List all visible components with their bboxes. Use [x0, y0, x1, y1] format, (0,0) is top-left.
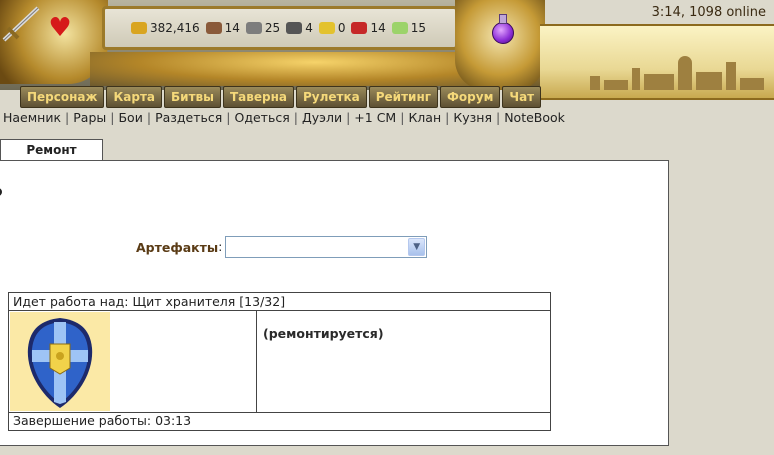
link-forge[interactable]: Кузня: [453, 110, 492, 125]
server-status: 3:14, 1098 online: [651, 5, 766, 20]
ore-icon: [205, 22, 222, 34]
completion-time: 03:13: [155, 413, 192, 428]
nav-tab-rating[interactable]: Рейтинг: [368, 86, 439, 108]
link-mercenary[interactable]: Наемник: [3, 110, 61, 125]
resource-item: 4: [286, 21, 313, 35]
nav-tab-tavern[interactable]: Таверна: [223, 86, 294, 108]
link-fights[interactable]: Бои: [118, 110, 142, 125]
link-clan[interactable]: Клан: [408, 110, 441, 125]
repair-status: (ремонтируется): [263, 326, 384, 341]
resource-value: 15: [410, 21, 427, 35]
skull-icon: [286, 22, 303, 34]
resource-value: 25: [264, 21, 281, 35]
link-dress[interactable]: Одеться: [235, 110, 290, 125]
link-duels[interactable]: Дуэли: [302, 110, 342, 125]
work-completion: Завершение работы: 03:13: [13, 413, 192, 428]
link-separator: |: [146, 110, 152, 125]
nav-tab-forum[interactable]: Форум: [440, 86, 501, 108]
nav-tab-map[interactable]: Карта: [106, 86, 163, 108]
link-plus-one-sm[interactable]: +1 СМ: [354, 110, 396, 125]
nav-tab-character[interactable]: Персонаж: [20, 86, 105, 108]
link-separator: |: [346, 110, 351, 125]
crystal-icon: [391, 22, 408, 34]
quick-links: Наемник | Рары | Бои | Раздеться | Одеться | Дуэли…: [3, 110, 565, 125]
link-notebook[interactable]: NoteBook: [504, 110, 565, 125]
item-name: Щит хранителя: [132, 294, 236, 309]
sword-icon: [2, 6, 40, 42]
city-panorama: [540, 24, 774, 100]
resource-value: 0: [337, 21, 346, 35]
resource-item: 14: [205, 21, 240, 35]
artifact-selector: Артефакты: ▼: [136, 236, 428, 258]
work-title: Идет работа над: Щит хранителя [13/32]: [9, 293, 550, 311]
nav-tab-battles[interactable]: Битвы: [164, 86, 221, 108]
tab-repair-label: Ремонт: [26, 143, 77, 157]
link-separator: |: [293, 110, 298, 125]
nav-tab-chat[interactable]: Чат: [502, 86, 542, 108]
resource-value: 14: [224, 21, 240, 35]
gold-icon: [131, 22, 147, 34]
ruby-icon: [351, 22, 368, 34]
artifact-select[interactable]: ▼: [225, 236, 428, 258]
gears-icon: [245, 22, 262, 34]
resource-item: 14: [351, 21, 386, 35]
tab-repair[interactable]: Ремонт: [0, 139, 103, 160]
health-heart-icon[interactable]: ♥: [44, 12, 76, 44]
server-time: 3:14: [651, 5, 681, 20]
item-durability: [13/32]: [239, 294, 286, 309]
resource-value: 14: [370, 21, 386, 35]
online-count: 1098 online: [689, 5, 766, 20]
city-skyline-image: [570, 50, 770, 90]
potion-icon[interactable]: [490, 12, 516, 44]
link-undress[interactable]: Раздеться: [155, 110, 222, 125]
bullet-icon: [0, 188, 2, 196]
shield-icon: [27, 318, 93, 408]
artifact-label: Артефакты: [136, 239, 219, 255]
resource-item: 25: [245, 21, 281, 35]
link-separator: |: [65, 110, 70, 125]
resource-item: 15: [391, 21, 427, 35]
work-status-table: Идет работа над: Щит хранителя [13/32] (…: [8, 292, 551, 431]
resource-bar: 382,416 14 25 4 0 14 15: [102, 6, 458, 50]
link-separator: |: [400, 110, 405, 125]
chevron-down-icon[interactable]: ▼: [408, 238, 426, 256]
item-image-cell: [9, 311, 257, 412]
resource-item: 382,416: [131, 21, 200, 35]
resource-value: 382,416: [150, 21, 200, 35]
link-separator: |: [495, 110, 501, 125]
link-rares[interactable]: Рары: [73, 110, 106, 125]
nav-tab-roulette[interactable]: Рулетка: [296, 86, 367, 108]
bell-icon: [318, 22, 335, 34]
item-image[interactable]: [10, 312, 110, 411]
link-separator: |: [226, 110, 231, 125]
main-nav: Персонаж Карта Битвы Таверна Рулетка Рейтинг Ф…: [20, 86, 542, 108]
resource-value: 4: [305, 21, 313, 35]
link-separator: |: [110, 110, 115, 125]
work-body: (ремонтируется): [9, 311, 550, 413]
resource-item: 0: [318, 21, 346, 35]
link-separator: |: [445, 110, 450, 125]
